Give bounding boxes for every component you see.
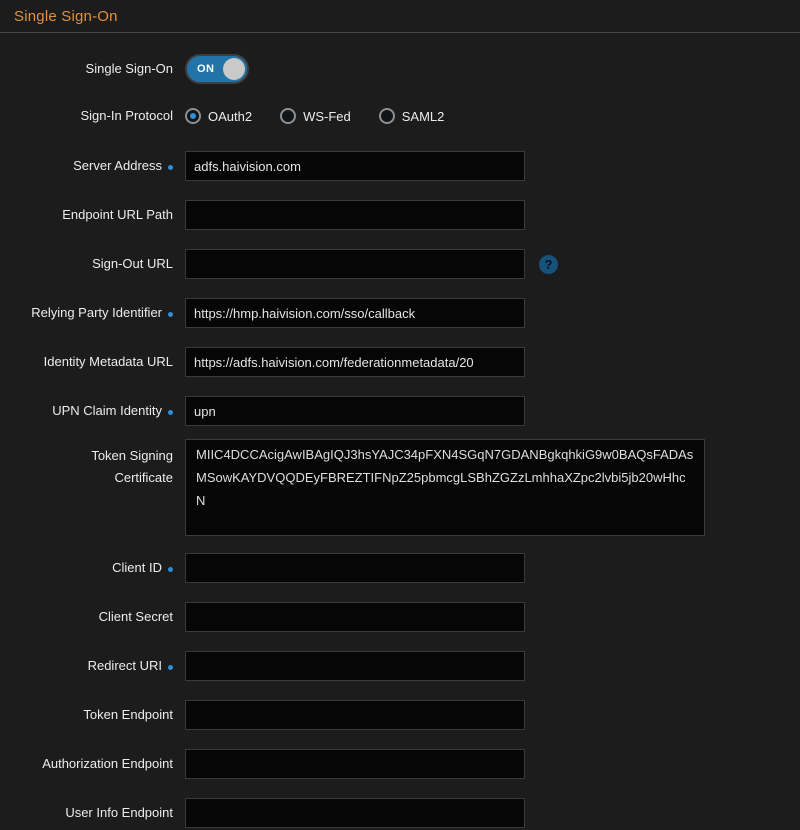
- user-info-endpoint-label: User Info Endpoint: [13, 805, 173, 821]
- authorization-endpoint-input[interactable]: [185, 749, 525, 779]
- identity-metadata-url-input[interactable]: [185, 347, 525, 377]
- relying-party-identifier-label: Relying Party Identifier: [13, 305, 173, 321]
- identity-metadata-url-label: Identity Metadata URL: [13, 354, 173, 370]
- redirect-uri-input[interactable]: [185, 651, 525, 681]
- radio-icon-oauth2[interactable]: [185, 108, 201, 124]
- protocol-label: Sign-In Protocol: [13, 108, 173, 124]
- sign-out-url-input[interactable]: [185, 249, 525, 279]
- form-row-token-signing-certificate: Token Signing Certificate: [13, 439, 800, 536]
- form-row-client-id: Client ID: [13, 553, 800, 583]
- client-id-input[interactable]: [185, 553, 525, 583]
- form-row-sign-out-url: Sign-Out URL ?: [13, 249, 800, 279]
- upn-claim-identity-input[interactable]: [185, 396, 525, 426]
- endpoint-url-path-label: Endpoint URL Path: [13, 207, 173, 223]
- radio-icon-saml2[interactable]: [379, 108, 395, 124]
- form-row-protocol: Sign-In Protocol OAuth2 WS-Fed SAML2: [13, 108, 800, 124]
- user-info-endpoint-input[interactable]: [185, 798, 525, 828]
- required-indicator: [168, 567, 173, 572]
- sso-settings-form: Single Sign-On ON Sign-In Protocol OAuth…: [0, 33, 800, 828]
- help-icon[interactable]: ?: [539, 255, 558, 274]
- form-row-token-endpoint: Token Endpoint: [13, 700, 800, 730]
- required-indicator: [168, 410, 173, 415]
- sso-toggle-label: Single Sign-On: [13, 61, 173, 77]
- server-address-label: Server Address: [13, 158, 173, 174]
- required-indicator: [168, 312, 173, 317]
- page-title: Single Sign-On: [14, 8, 786, 25]
- form-row-user-info-endpoint: User Info Endpoint: [13, 798, 800, 828]
- redirect-uri-label: Redirect URI: [13, 658, 173, 674]
- required-indicator: [168, 165, 173, 170]
- form-row-upn-claim-identity: UPN Claim Identity: [13, 396, 800, 426]
- radio-option-ws-fed[interactable]: WS-Fed: [280, 108, 351, 124]
- required-indicator: [168, 665, 173, 670]
- sign-out-url-label: Sign-Out URL: [13, 256, 173, 272]
- server-address-input[interactable]: [185, 151, 525, 181]
- token-endpoint-label: Token Endpoint: [13, 707, 173, 723]
- form-row-server-address: Server Address: [13, 151, 800, 181]
- token-signing-certificate-label: Token Signing Certificate: [13, 439, 173, 486]
- token-signing-certificate-textarea[interactable]: [185, 439, 705, 536]
- authorization-endpoint-label: Authorization Endpoint: [13, 756, 173, 772]
- sso-toggle[interactable]: ON: [185, 54, 249, 84]
- radio-icon-ws-fed[interactable]: [280, 108, 296, 124]
- form-row-sso-toggle: Single Sign-On ON: [13, 54, 800, 84]
- form-row-endpoint-url-path: Endpoint URL Path: [13, 200, 800, 230]
- relying-party-identifier-input[interactable]: [185, 298, 525, 328]
- toggle-state-label: ON: [197, 56, 215, 82]
- client-secret-label: Client Secret: [13, 609, 173, 625]
- form-row-authorization-endpoint: Authorization Endpoint: [13, 749, 800, 779]
- form-row-identity-metadata-url: Identity Metadata URL: [13, 347, 800, 377]
- form-row-client-secret: Client Secret: [13, 602, 800, 632]
- client-id-label: Client ID: [13, 560, 173, 576]
- token-endpoint-input[interactable]: [185, 700, 525, 730]
- form-row-redirect-uri: Redirect URI: [13, 651, 800, 681]
- client-secret-input[interactable]: [185, 602, 525, 632]
- page-header: Single Sign-On: [0, 0, 800, 33]
- form-row-relying-party-identifier: Relying Party Identifier: [13, 298, 800, 328]
- protocol-radio-group: OAuth2 WS-Fed SAML2: [185, 108, 444, 124]
- endpoint-url-path-input[interactable]: [185, 200, 525, 230]
- radio-option-oauth2[interactable]: OAuth2: [185, 108, 252, 124]
- radio-option-saml2[interactable]: SAML2: [379, 108, 445, 124]
- upn-claim-identity-label: UPN Claim Identity: [13, 403, 173, 419]
- toggle-knob: [223, 58, 245, 80]
